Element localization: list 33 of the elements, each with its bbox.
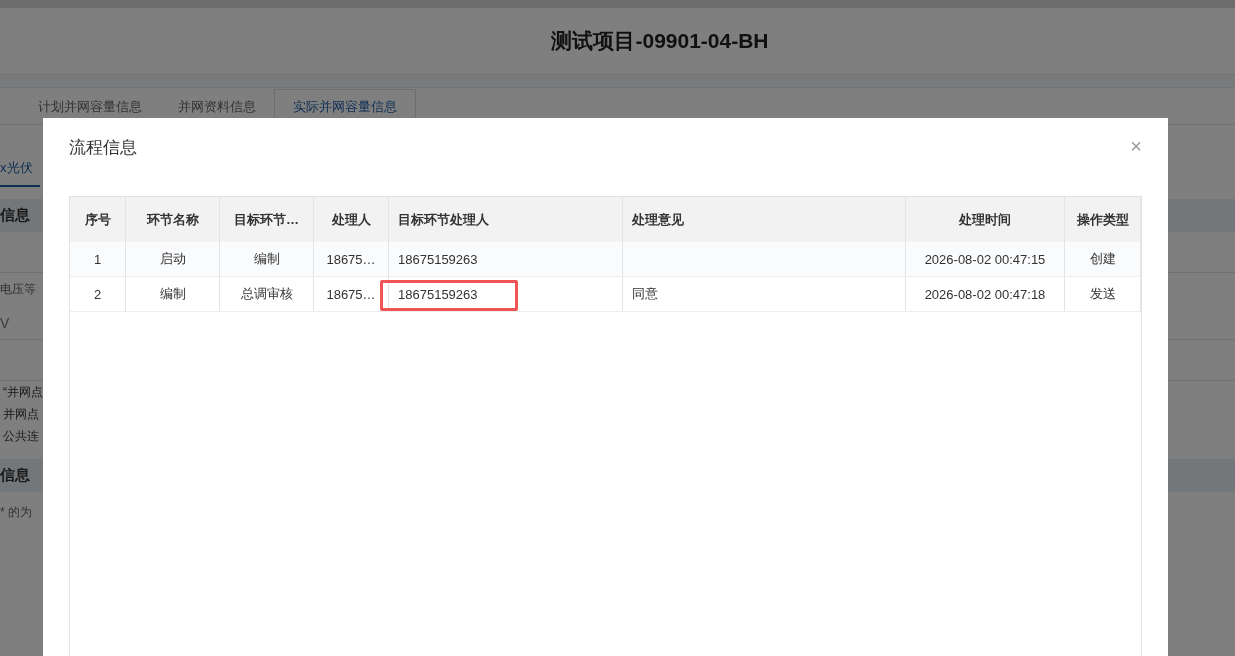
note-text: “并网点 — [3, 383, 43, 401]
column-header: 目标环节处理人 — [389, 197, 623, 242]
table-cell: 同意 — [623, 277, 906, 311]
column-header: 环节名称 — [126, 197, 220, 242]
table-cell: 创建 — [1065, 242, 1141, 276]
sub-tab[interactable]: x光伏 — [0, 153, 40, 187]
close-button[interactable]: × — [1130, 134, 1142, 158]
table-cell: 发送 — [1065, 277, 1141, 311]
column-header: 处理意见 — [623, 197, 906, 242]
column-header: 操作类型 — [1065, 197, 1141, 242]
table-cell: 2 — [70, 277, 126, 311]
section-title: 信息 — [0, 206, 30, 225]
field-label: 电压等 — [0, 281, 36, 298]
table-cell: 2026-08-02 00:47:18 — [906, 277, 1065, 311]
note-text: 公共连 — [3, 427, 39, 445]
table-cell: 2026-08-02 00:47:15 — [906, 242, 1065, 276]
table-cell: 编制 — [220, 242, 314, 276]
table-cell: 18675… — [314, 242, 389, 276]
table-cell: 1 — [70, 242, 126, 276]
table-cell: 启动 — [126, 242, 220, 276]
table-cell: 总调审核 — [220, 277, 314, 311]
table-cell: 18675159263 — [389, 242, 623, 276]
page-title: 测试项目-09901-04-BH — [551, 28, 769, 54]
table-cell: 编制 — [126, 277, 220, 311]
column-header: 序号 — [70, 197, 126, 242]
column-header: 处理人 — [314, 197, 389, 242]
column-header: 处理时间 — [906, 197, 1065, 242]
dialog-title: 流程信息 — [69, 136, 137, 159]
column-header: 目标环节… — [220, 197, 314, 242]
hint-text: * 的为 — [0, 503, 32, 521]
field-value: V — [0, 314, 10, 331]
section-title: 信息 — [0, 466, 30, 485]
note-text: 并网点 — [3, 405, 39, 423]
